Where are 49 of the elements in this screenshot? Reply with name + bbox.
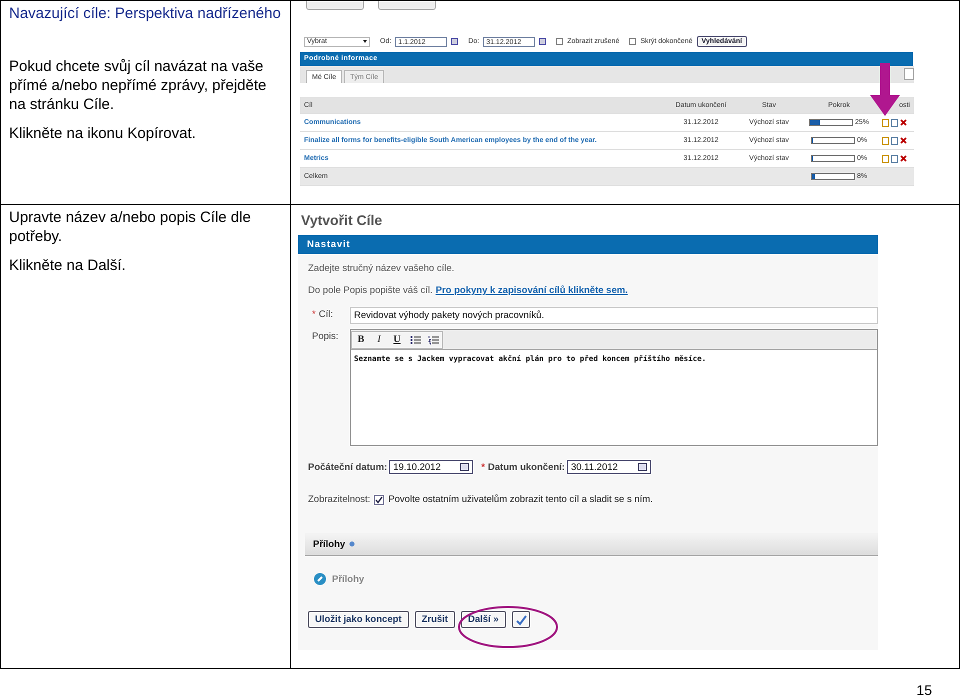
instructions-link[interactable]: Pro pokyny k zapisování cílů klikněte sem.	[436, 285, 628, 296]
bullet-list-icon	[410, 334, 420, 344]
section-header[interactable]: Přílohy	[305, 533, 878, 556]
copy-icon[interactable]	[890, 154, 898, 162]
field-label: * Datum ukončení:	[481, 462, 565, 472]
numbered-list-icon	[428, 334, 438, 344]
form-button[interactable]: Zrušit	[414, 611, 455, 628]
delete-icon[interactable]	[900, 119, 906, 126]
calendar-icon[interactable]	[460, 463, 470, 471]
field-label: Popis:	[311, 330, 340, 342]
spellcheck-button[interactable]	[512, 611, 530, 628]
edit-icon[interactable]	[882, 154, 888, 162]
calendar-icon[interactable]	[638, 463, 647, 471]
instruction-text: Pokud chcete svůj cíl navázat na vaše přímé a/nebo nepřímé zprávy, přejděte na stránku Cíle.	[9, 57, 268, 114]
panel-header: Nastavit	[298, 235, 878, 254]
italic-button[interactable]: I	[370, 332, 388, 348]
form-button[interactable]: Další »	[460, 611, 506, 628]
bold-button[interactable]: B	[352, 332, 370, 348]
checkbox-label: Povolte ostatním uživatelům zobrazit tento cíl a sladit se s ním.	[388, 494, 653, 505]
expand-icon	[349, 541, 356, 547]
calendar-icon[interactable]	[539, 38, 546, 45]
date-field[interactable]: 30.11.2012	[566, 460, 651, 474]
checkbox[interactable]	[374, 494, 384, 504]
page-title: Vytvořit Cíle	[300, 211, 384, 230]
hint-text: Do pole Popis popište váš cíl.	[308, 285, 433, 296]
instruction-text: Upravte název a/nebo popis Cíle dle potřeby.	[9, 208, 252, 246]
checkbox[interactable]	[556, 38, 564, 45]
edit-icon[interactable]	[882, 136, 888, 144]
form-button[interactable]: Uložit jako koncept	[308, 611, 409, 628]
section-title: Navazující cíle: Perspektiva nadřízeného	[9, 4, 282, 23]
arrow-annotation	[869, 63, 901, 117]
field-label: Počáteční datum:	[308, 462, 388, 472]
date-field[interactable]: 19.10.2012	[389, 460, 474, 474]
delete-icon[interactable]	[900, 155, 906, 162]
field-label: * Cíl:	[311, 308, 334, 320]
calendar-icon[interactable]	[451, 38, 458, 45]
hint-text: Zadejte stručný název vašeho cíle.	[308, 263, 456, 274]
caret-icon	[363, 40, 367, 43]
instruction-text: Klikněte na Další.	[9, 256, 127, 275]
field-label: Zobrazitelnost:	[308, 494, 370, 505]
edit-icon[interactable]	[882, 118, 888, 126]
instruction-text: Klikněte na ikonu Kopírovat.	[9, 124, 197, 143]
checkbox[interactable]	[629, 38, 636, 45]
copy-icon[interactable]	[890, 136, 898, 144]
copy-icon[interactable]	[890, 118, 898, 126]
page-number: 15	[916, 682, 932, 697]
underline-button[interactable]: U	[388, 332, 406, 348]
delete-icon[interactable]	[900, 137, 906, 144]
goal-field[interactable]: Revidovat výhody pakety nových pracovníků.	[350, 307, 878, 324]
